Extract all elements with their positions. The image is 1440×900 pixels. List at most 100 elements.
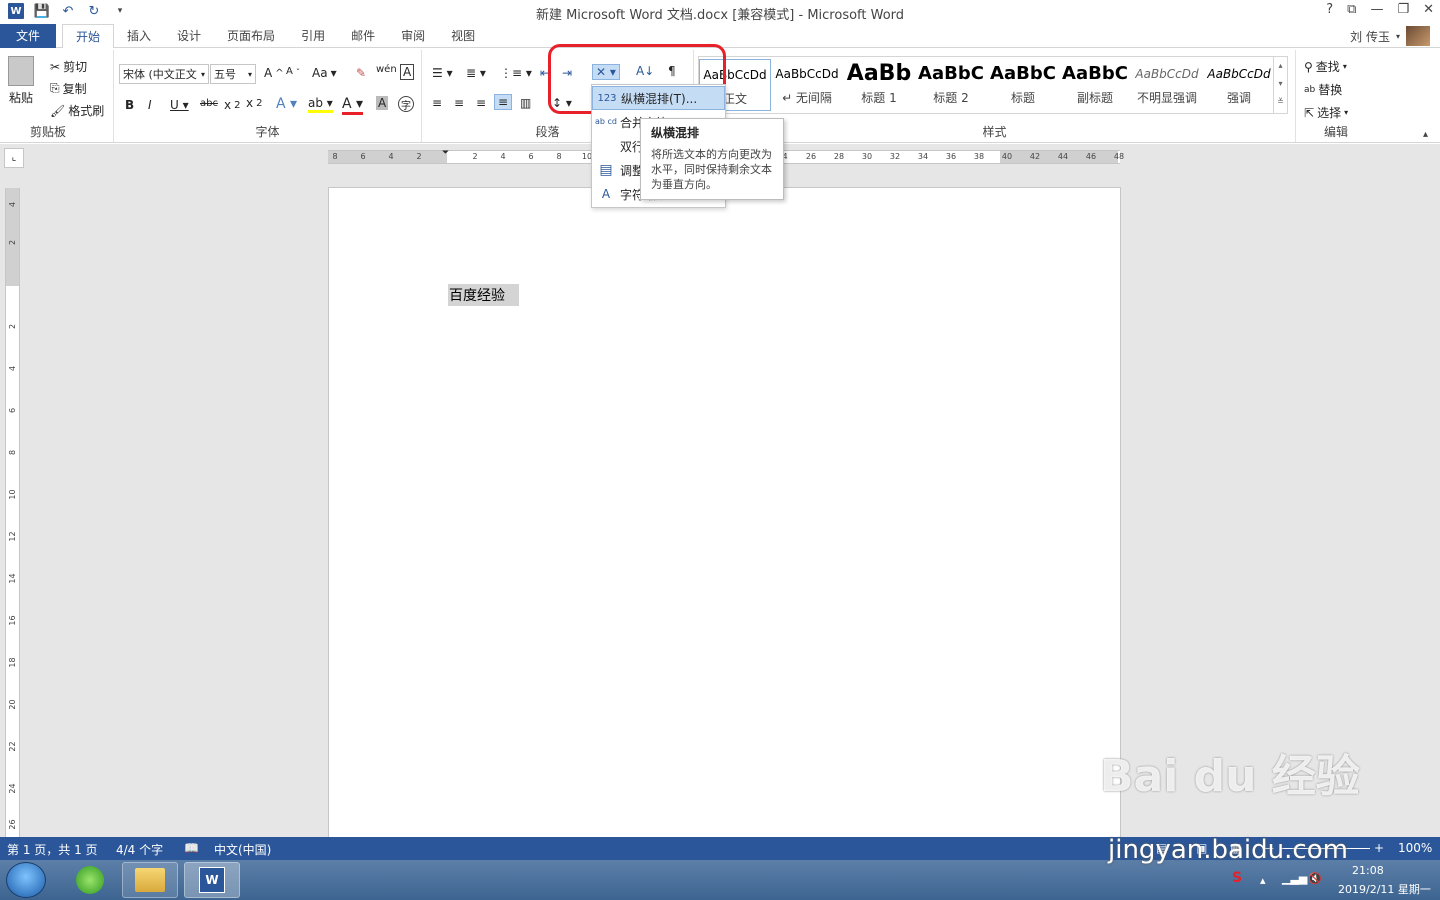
word-icon: W xyxy=(199,867,225,893)
taskbar-explorer[interactable] xyxy=(122,862,178,898)
document-page[interactable]: 百度经验 xyxy=(328,187,1121,847)
minimize-button[interactable]: — xyxy=(1370,2,1383,17)
bullets-icon[interactable]: ☰ ▾ xyxy=(432,66,453,80)
collapse-ribbon-icon[interactable]: ▴ xyxy=(1423,129,1428,140)
clock-date[interactable]: 2019/2/11 星期一 xyxy=(1338,881,1431,897)
clear-formatting-icon[interactable]: ✎ xyxy=(356,66,366,80)
taskbar: W S ▴ ▁▃▅ 🔇 21:08 2019/2/11 星期一 xyxy=(0,860,1440,900)
taskbar-browser[interactable] xyxy=(62,862,118,898)
bold-button[interactable]: B xyxy=(125,98,134,112)
strikethrough-button[interactable]: abc xyxy=(200,98,218,109)
tooltip: 纵横混排 将所选文本的方向更改为水平，同时保持剩余文本为垂直方向。 xyxy=(640,118,784,200)
avatar xyxy=(1406,26,1430,46)
align-center-icon[interactable]: ≡ xyxy=(454,96,464,110)
ribbon-display-button[interactable]: ⧉ xyxy=(1347,2,1356,17)
clock-time[interactable]: 21:08 xyxy=(1352,864,1384,877)
align-left-icon[interactable]: ≡ xyxy=(432,96,442,110)
character-shading-icon[interactable]: A xyxy=(376,96,389,110)
subscript-button[interactable]: x2 xyxy=(224,98,240,112)
shrink-font-button[interactable]: Aˇ xyxy=(286,66,300,77)
tab-references[interactable]: 引用 xyxy=(288,24,338,48)
cursor-icon: ⇱ xyxy=(1304,105,1315,120)
enclose-characters-icon[interactable]: 字 xyxy=(398,96,414,112)
tray-expand-icon[interactable]: ▴ xyxy=(1260,874,1266,887)
tab-file[interactable]: 文件 xyxy=(0,24,56,48)
zoom-in-icon[interactable]: + xyxy=(1374,841,1384,855)
grow-font-button[interactable]: A ^ xyxy=(264,66,284,80)
font-name-combo[interactable]: 宋体 (中文正文 ▾ xyxy=(119,64,209,84)
justify-icon[interactable]: ≡ xyxy=(494,94,513,110)
change-case-button[interactable]: Aa ▾ xyxy=(312,66,337,80)
baidu-watermark-url: jingyan.baidu.com xyxy=(1108,835,1348,865)
window-controls: ? ⧉ — ❐ ✕ xyxy=(1326,2,1434,17)
tab-home[interactable]: 开始 xyxy=(62,24,115,49)
title-bar: W 💾 ↶ ↻ ▾ 新建 Microsoft Word 文档.docx [兼容模… xyxy=(0,0,1440,24)
help-button[interactable]: ? xyxy=(1326,2,1333,17)
ime-icon[interactable]: S xyxy=(1232,870,1242,886)
tab-page-layout[interactable]: 页面布局 xyxy=(214,24,288,48)
chevron-down-icon: ▾ xyxy=(1344,108,1349,117)
tooltip-body: 将所选文本的方向更改为水平，同时保持剩余文本为垂直方向。 xyxy=(651,148,772,191)
selected-text[interactable]: 百度经验 xyxy=(448,284,519,306)
superscript-button[interactable]: x2 xyxy=(246,96,262,110)
proofing-icon[interactable]: 📖 xyxy=(184,841,199,855)
ribbon-tabs: 文件 开始 插入 设计 页面布局 引用 邮件 审阅 视图 刘 传玉 ▾ xyxy=(0,24,1440,49)
underline-button[interactable]: U ▾ xyxy=(170,98,189,112)
page-count[interactable]: 第 1 页，共 1 页 xyxy=(7,841,98,858)
find-button[interactable]: ⚲ 查找 ▾ xyxy=(1304,58,1347,75)
taskbar-word[interactable]: W xyxy=(184,862,240,898)
character-border-icon[interactable]: A xyxy=(400,64,415,80)
tab-mailings[interactable]: 邮件 xyxy=(338,24,388,48)
copy-button[interactable]: ⎘ 复制 xyxy=(50,80,87,97)
folder-icon xyxy=(135,868,165,892)
align-right-icon[interactable]: ≡ xyxy=(476,96,486,110)
clipboard-group-label: 剪贴板 xyxy=(30,125,67,139)
italic-button[interactable]: I xyxy=(148,98,152,112)
user-account[interactable]: 刘 传玉 ▾ xyxy=(1350,26,1430,46)
restore-button[interactable]: ❐ xyxy=(1397,2,1409,17)
tab-view[interactable]: 视图 xyxy=(438,24,488,48)
vertical-ruler[interactable]: 4 2 2 4 6 8 10 12 14 16 18 20 22 24 26 xyxy=(5,188,20,837)
tab-selector[interactable]: ⌞ xyxy=(4,148,24,168)
highlight-color-icon[interactable]: ab ▾ xyxy=(308,96,333,113)
font-size-combo[interactable]: 五号 ▾ xyxy=(210,64,256,84)
indent-marker[interactable]: ⏷ xyxy=(442,148,449,158)
tab-design[interactable]: 设计 xyxy=(164,24,214,48)
select-button[interactable]: ⇱ 选择 ▾ xyxy=(1304,104,1348,121)
scissors-icon: ✂ xyxy=(50,59,61,74)
styles-group-label: 样式 xyxy=(982,125,1007,139)
font-color-icon[interactable]: A ▾ xyxy=(342,96,364,115)
document-workspace: ⌞ 8 6 4 2 2 4 6 8 10 4 26 28 30 32 34 36… xyxy=(0,144,1440,847)
system-tray: S ▴ ▁▃▅ 🔇 21:08 2019/2/11 星期一 xyxy=(1180,860,1440,900)
chevron-down-icon: ▾ xyxy=(247,69,252,79)
replace-button[interactable]: ab 替换 xyxy=(1304,81,1342,98)
replace-icon: ab xyxy=(1304,84,1316,95)
numbering-icon[interactable]: ≣ ▾ xyxy=(466,66,486,80)
start-button[interactable] xyxy=(6,862,46,898)
text-effects-icon[interactable]: A ▾ xyxy=(276,96,297,112)
phonetic-guide-icon[interactable]: wén xyxy=(376,64,397,75)
font-group-label: 字体 xyxy=(255,125,280,139)
clipboard-icon xyxy=(8,56,34,86)
cut-button[interactable]: ✂ 剪切 xyxy=(50,58,87,75)
menu-item-combine-horizontal[interactable]: 123 纵横混排(T)... xyxy=(592,86,725,110)
distributed-icon[interactable]: ▥ xyxy=(520,96,531,110)
language[interactable]: 中文(中国) xyxy=(214,841,271,858)
brush-icon: 🖌 xyxy=(50,103,66,118)
network-icon[interactable]: ▁▃▅ xyxy=(1282,872,1307,885)
clipboard-group: 粘贴 ✂ 剪切 ⎘ 复制 🖌 格式刷 剪贴板 xyxy=(0,50,114,142)
close-button[interactable]: ✕ xyxy=(1423,2,1434,17)
tab-review[interactable]: 审阅 xyxy=(388,24,438,48)
word-count[interactable]: 4/4 个字 xyxy=(116,841,163,858)
volume-icon[interactable]: 🔇 xyxy=(1308,872,1322,885)
format-painter-button[interactable]: 🖌 格式刷 xyxy=(50,102,104,119)
zoom-level[interactable]: 100% xyxy=(1398,841,1432,855)
copy-icon: ⎘ xyxy=(50,81,60,95)
window-title: 新建 Microsoft Word 文档.docx [兼容模式] - Micro… xyxy=(535,8,905,23)
editing-group: ⚲ 查找 ▾ ab 替换 ⇱ 选择 ▾ 编辑 xyxy=(1296,50,1376,142)
paste-button[interactable]: 粘贴 xyxy=(8,56,34,106)
chevron-down-icon: ▾ xyxy=(1342,62,1347,71)
multilevel-list-icon[interactable]: ⋮≡ ▾ xyxy=(500,66,532,80)
tab-insert[interactable]: 插入 xyxy=(114,24,164,48)
combine-icon: ab cd xyxy=(595,117,617,126)
